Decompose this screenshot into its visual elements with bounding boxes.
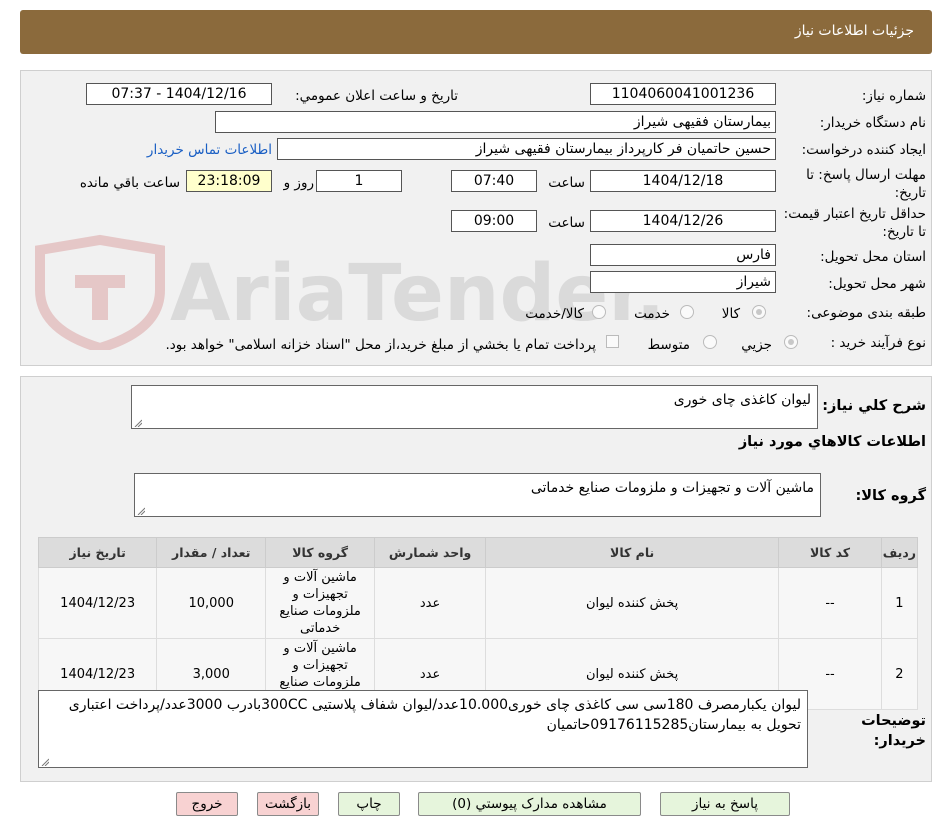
days-label: روز و	[283, 175, 314, 191]
svg-text:AriaTender.neT: AriaTender.neT	[170, 249, 660, 339]
print-button[interactable]: چاپ	[338, 792, 400, 816]
deadline-label: مهلت ارسال پاسخ: تا تاريخ:	[806, 167, 926, 201]
province-field: فارس	[590, 244, 776, 266]
buyer-org-field: بیمارستان فقیهی شیراز	[215, 111, 776, 133]
need-number-field: 1104060041001236	[590, 83, 776, 105]
validity-date-field: 1404/12/26	[590, 210, 776, 232]
view-attachments-button[interactable]: مشاهده مدارک پيوستي (0)	[418, 792, 641, 816]
reply-button[interactable]: پاسخ به نياز	[660, 792, 790, 816]
cell-qty: 10,000	[156, 567, 267, 639]
category-service-label: خدمت	[634, 306, 670, 322]
category-service-radio[interactable]	[680, 305, 694, 319]
buyer-contact-link[interactable]: اطلاعات تماس خريدار	[147, 142, 272, 158]
validity-time-label: ساعت	[548, 215, 585, 231]
deadline-time-label: ساعت	[548, 175, 585, 191]
process-medium-radio[interactable]	[703, 335, 717, 349]
col-code: كد كالا	[778, 537, 882, 568]
resize-grip-icon[interactable]	[134, 419, 142, 427]
category-goods-service-radio[interactable]	[592, 305, 606, 319]
summary-textarea[interactable]: لیوان کاغذی چای خوری	[131, 385, 818, 429]
goods-group-label: گروه كالا:	[855, 488, 926, 504]
need-number-label: شماره نیاز:	[861, 88, 926, 104]
process-minor-label: جزيي	[741, 337, 772, 353]
requester-label: ايجاد كننده درخواست:	[801, 142, 926, 158]
days-field: 1	[316, 170, 402, 192]
announce-field: 1404/12/16 - 07:37	[86, 83, 272, 105]
validity-label: حداقل تاريخ اعتبار قيمت: تا تاريخ:	[783, 206, 926, 240]
page-title: جزئیات اطلاعات نیاز	[794, 23, 914, 39]
city-label: شهر محل تحويل:	[828, 276, 926, 292]
goods-info-title: اطلاعات كالاهاي مورد نياز	[738, 434, 926, 450]
category-goods-label: كالا	[721, 306, 740, 322]
process-label: نوع فرآيند خريد :	[830, 335, 926, 351]
col-row: رديف	[880, 537, 919, 568]
province-label: استان محل تحويل:	[820, 249, 926, 265]
cell-row: 2	[880, 638, 919, 710]
cell-date: 1404/12/23	[37, 567, 158, 639]
back-button[interactable]: بازگشت	[257, 792, 319, 816]
category-goods-service-label: كالا/خدمت	[525, 306, 584, 322]
remaining-time-field: 23:18:09	[186, 170, 272, 192]
table-row: 1 -- پخش کننده لیوان عدد ماشین آلات و تج…	[37, 567, 919, 639]
process-medium-label: متوسط	[647, 337, 690, 353]
announce-label: تاریخ و ساعت اعلان عمومي:	[295, 88, 458, 104]
deadline-date-field: 1404/12/18	[590, 170, 776, 192]
category-label: طبقه بندی موضوعی:	[806, 305, 926, 321]
col-qty: تعداد / مقدار	[156, 537, 267, 568]
summary-label: شرح كلي نياز:	[822, 398, 926, 414]
cell-unit: عدد	[374, 567, 487, 639]
col-date: تاريخ نياز	[37, 537, 158, 568]
cell-name: پخش کننده لیوان	[485, 567, 780, 639]
resize-grip-icon[interactable]	[137, 507, 145, 515]
remaining-label: ساعت باقي مانده	[79, 175, 180, 191]
resize-grip-icon[interactable]	[41, 758, 49, 766]
col-unit: واحد شمارش	[374, 537, 487, 568]
buyer-org-label: نام دستگاه خريدار:	[819, 115, 926, 131]
deadline-time-field: 07:40	[451, 170, 537, 192]
requester-field: حسین حاتمیان فر کارپرداز بیمارستان فقیهی…	[277, 138, 776, 160]
process-minor-radio[interactable]	[784, 335, 798, 349]
cell-row: 1	[880, 567, 919, 639]
treasury-payment-note: پرداخت تمام يا بخشي از مبلغ خريد،از محل …	[165, 337, 596, 353]
city-field: شيراز	[590, 271, 776, 293]
items-table: رديف كد كالا نام كالا واحد شمارش گروه كا…	[37, 537, 919, 710]
exit-button[interactable]: خروج	[176, 792, 238, 816]
buyer-notes-label: توضيحات خريدار:	[861, 713, 926, 749]
cell-group: ماشین آلات و تجهیزات و ملزومات صنایع خدم…	[265, 567, 376, 639]
category-goods-radio[interactable]	[752, 305, 766, 319]
watermark-logo: AriaTender.neT	[20, 230, 827, 354]
col-name: نام كالا	[485, 537, 780, 568]
col-group: گروه كالا	[265, 537, 376, 568]
validity-time-field: 09:00	[451, 210, 537, 232]
cell-code: --	[778, 567, 882, 639]
treasury-payment-checkbox[interactable]	[606, 335, 619, 348]
buyer-notes-textarea[interactable]: لیوان یکبارمصرف 180سی سی کاغذی چای خوری1…	[38, 690, 808, 768]
goods-group-textarea[interactable]: ماشین آلات و تجهیزات و ملزومات صنایع خدم…	[134, 473, 821, 517]
header-bar: جزئیات اطلاعات نیاز	[20, 10, 932, 54]
table-header-row: رديف كد كالا نام كالا واحد شمارش گروه كا…	[37, 537, 919, 568]
